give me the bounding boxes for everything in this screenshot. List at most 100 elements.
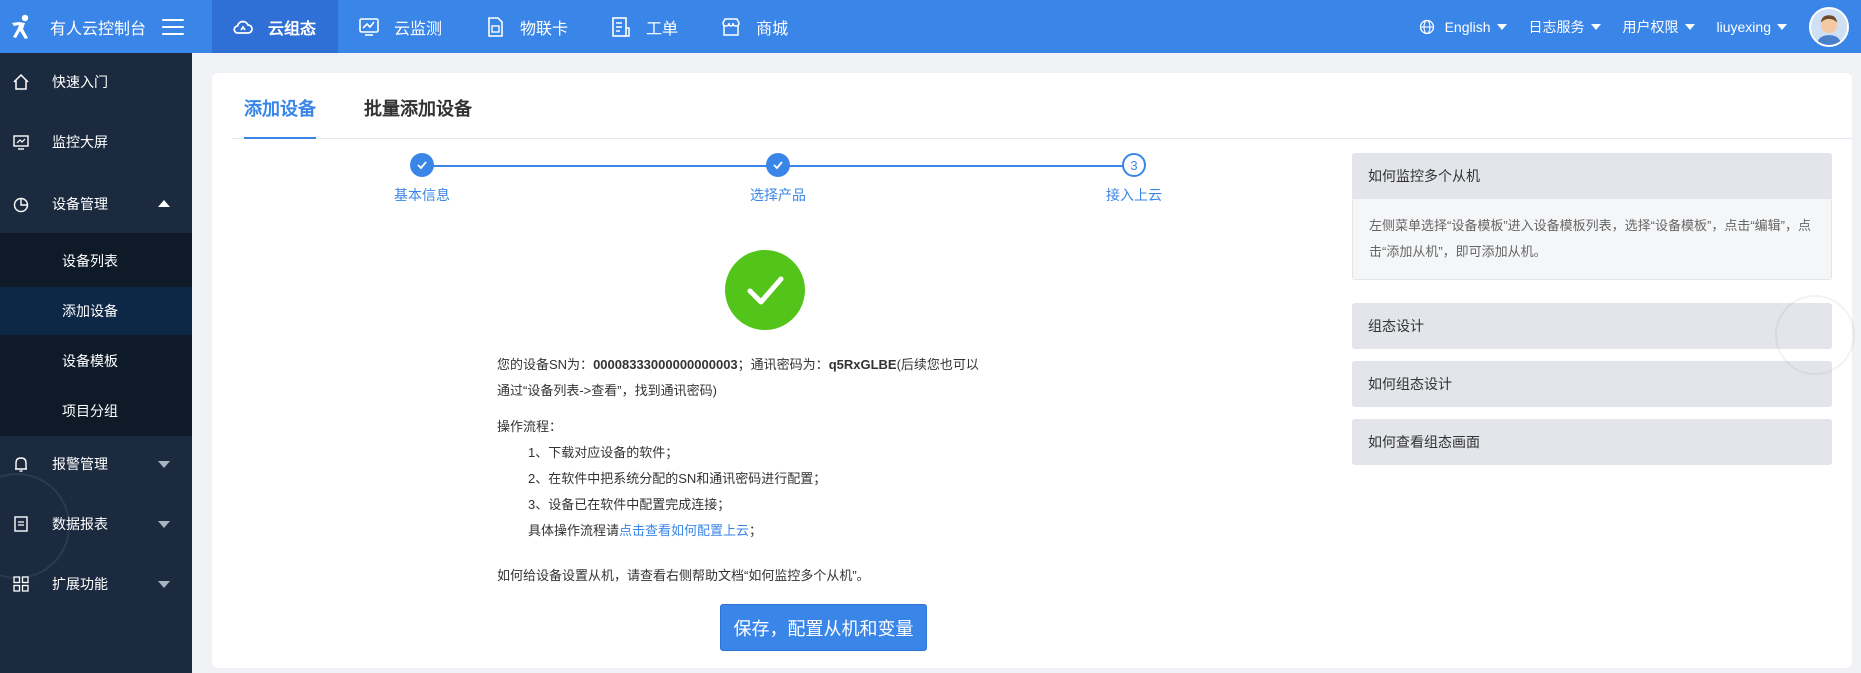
- nav-item-cloud-scada[interactable]: 云组态: [212, 0, 339, 53]
- success-check-icon: [725, 250, 805, 330]
- hamburger-icon[interactable]: [162, 18, 185, 35]
- grid-icon: [12, 575, 30, 593]
- flow-step-3: 3、设备已在软件中配置完成连接；: [528, 497, 731, 512]
- comm-password: q5RxGLBE: [828, 357, 897, 372]
- caret-down-icon: [1590, 23, 1601, 30]
- config-guide-link[interactable]: 点击查看如何配置上云: [619, 523, 749, 538]
- submenu-label: 设备列表: [62, 253, 118, 269]
- sidebar-item-quick-start[interactable]: 快速入门: [0, 57, 192, 107]
- person-running-icon: [12, 14, 29, 39]
- step-number: 3: [1122, 153, 1146, 177]
- avatar[interactable]: [1809, 6, 1849, 47]
- tab-add-device[interactable]: 添加设备: [244, 95, 316, 121]
- sidebar-item-extensions[interactable]: 扩展功能: [0, 559, 192, 609]
- cloud-icon: [232, 16, 254, 38]
- home-icon: [12, 73, 30, 91]
- screen-icon: [12, 133, 30, 151]
- sidebar-item-device-management[interactable]: 设备管理: [0, 179, 192, 229]
- step-label: 选择产品: [750, 187, 806, 203]
- nav-item-label: 工单: [646, 20, 679, 38]
- nav-item-shop[interactable]: 商城: [700, 0, 810, 53]
- top-nav: 云组态 云监测 物联卡 工单 商城: [212, 0, 810, 53]
- step-label: 接入上云: [1106, 187, 1162, 203]
- tab-batch-add-device[interactable]: 批量添加设备: [364, 95, 472, 121]
- nav-item-label: 物联卡: [520, 20, 569, 38]
- brand: 有人云控制台: [0, 0, 212, 53]
- sidebar-item-label: 快速入门: [52, 74, 108, 90]
- nav-item-label: 云监测: [394, 20, 443, 38]
- caret-down-icon: [158, 461, 170, 468]
- save-config-button[interactable]: 保存，配置从机和变量: [720, 604, 927, 651]
- slave-note: 如何给设备设置从机，请查看右侧帮助文档“如何监控多个从机”。: [497, 568, 870, 583]
- flow-title: 操作流程：: [497, 419, 563, 434]
- help-item-title[interactable]: 组态设计: [1352, 303, 1832, 349]
- logs-label: 日志服务: [1528, 18, 1585, 35]
- language-label: English: [1444, 18, 1491, 35]
- check-icon: [410, 153, 434, 177]
- sidebar-item-label: 监控大屏: [52, 134, 108, 150]
- globe-icon: [1419, 19, 1434, 34]
- nav-item-label: 云组态: [268, 20, 317, 38]
- sidebar-item-label: 报警管理: [52, 456, 108, 472]
- submenu-item-add-device[interactable]: 添加设备: [0, 287, 192, 335]
- nav-item-cloud-monitor[interactable]: 云监测: [338, 0, 464, 53]
- sn-line-2: 通过“设备列表->查看”，找到通讯密码): [497, 383, 717, 398]
- submenu-label: 添加设备: [62, 303, 118, 319]
- brand-name: 有人云控制台: [50, 20, 147, 38]
- user-dropdown[interactable]: liuyexing: [1717, 19, 1787, 35]
- sidebar-item-label: 设备管理: [52, 196, 108, 212]
- document-icon: [610, 16, 632, 38]
- help-item-title[interactable]: 如何监控多个从机: [1352, 153, 1832, 199]
- help-item-body: 左侧菜单选择“设备模板”进入设备模板列表，选择“设备模板”，点击“编辑”，点击“…: [1352, 199, 1832, 280]
- device-sn: 00008333000000000003: [593, 357, 738, 372]
- sidebar-item-monitor-screen[interactable]: 监控大屏: [0, 117, 192, 167]
- caret-down-icon: [158, 581, 170, 588]
- check-icon: [766, 153, 790, 177]
- detail-suffix: ；: [749, 523, 763, 538]
- sidebar-item-label: 扩展功能: [52, 576, 108, 592]
- nav-item-iot-card[interactable]: 物联卡: [464, 0, 590, 53]
- help-item-scada-design: 组态设计: [1352, 303, 1832, 349]
- help-item-view-scada: 如何查看组态画面: [1352, 419, 1832, 465]
- logs-dropdown[interactable]: 日志服务: [1529, 17, 1601, 37]
- step-connect-cloud: 3 接入上云: [1074, 153, 1194, 205]
- step-progress: 基本信息 选择产品 3 接入上云: [352, 153, 1162, 213]
- right-tools: English 日志服务 用户权限 liuyexing: [1419, 0, 1861, 53]
- submenu-item-project-group[interactable]: 项目分组: [0, 387, 192, 435]
- permissions-dropdown[interactable]: 用户权限: [1623, 17, 1695, 37]
- caret-up-icon: [158, 200, 170, 207]
- sidebar-item-label: 数据报表: [52, 516, 108, 532]
- sidebar-item-alarm-management[interactable]: 报警管理: [0, 439, 192, 489]
- sidebar: 快速入门 监控大屏 设备管理 设备列表 添加设备 设备模板 项目分组 报警管理 …: [0, 53, 192, 673]
- username: liuyexing: [1716, 18, 1771, 35]
- help-item-title[interactable]: 如何查看组态画面: [1352, 419, 1832, 465]
- language-dropdown[interactable]: English: [1419, 19, 1507, 35]
- flow-step-2: 2、在软件中把系统分配的SN和通讯密码进行配置；: [528, 471, 827, 486]
- flow-detail: 具体操作流程请点击查看如何配置上云；: [497, 518, 1057, 544]
- forward-arrow-icon: [1775, 295, 1855, 375]
- monitor-chart-icon: [358, 16, 380, 38]
- submenu-label: 设备模板: [62, 353, 118, 369]
- nav-item-label: 商城: [756, 20, 789, 38]
- sidebar-item-data-report[interactable]: 数据报表: [0, 499, 192, 549]
- help-item-monitor-slaves: 如何监控多个从机 左侧菜单选择“设备模板”进入设备模板列表，选择“设备模板”，点…: [1352, 153, 1832, 280]
- submenu-item-device-template[interactable]: 设备模板: [0, 337, 192, 385]
- pwd-prefix: ；通讯密码为：: [737, 357, 829, 372]
- active-tab-indicator: [244, 137, 316, 139]
- caret-down-icon: [1684, 23, 1695, 30]
- tab-bar: 添加设备 批量添加设备: [232, 73, 1852, 139]
- submenu-item-device-list[interactable]: 设备列表: [0, 237, 192, 285]
- caret-down-icon: [1777, 23, 1787, 30]
- top-bar: 有人云控制台 云组态 云监测 物联卡 工单 商城 English 日志服务 用户…: [0, 0, 1861, 53]
- nav-item-work-order[interactable]: 工单: [590, 0, 700, 53]
- help-item-title[interactable]: 如何组态设计: [1352, 361, 1832, 407]
- permissions-label: 用户权限: [1622, 18, 1679, 35]
- submenu-label: 项目分组: [62, 403, 118, 419]
- detail-prefix: 具体操作流程请: [528, 523, 620, 538]
- bell-icon: [12, 455, 30, 473]
- step-select-product: 选择产品: [718, 153, 838, 205]
- result-info: 您的设备SN为：00008333000000000003；通讯密码为：q5RxG…: [497, 352, 1057, 544]
- pwd-suffix: (后续您也可以: [896, 357, 979, 372]
- pie-icon: [12, 195, 30, 213]
- device-submenu: 设备列表 添加设备 设备模板 项目分组: [0, 233, 192, 579]
